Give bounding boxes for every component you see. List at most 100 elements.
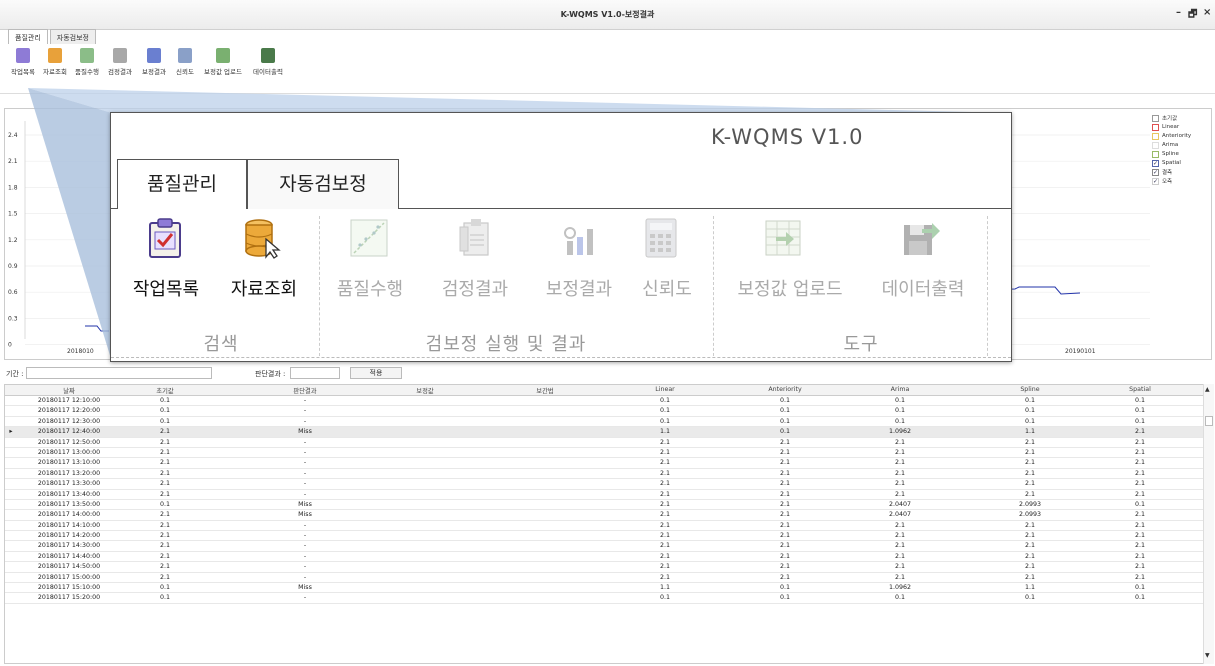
table-row[interactable]: 20180117 14:10:00 2.1 - 2.1 2.1 2.1 2.1 2.1 — [5, 521, 1203, 532]
zoom-button-test-result[interactable] — [453, 217, 497, 263]
scatter-chart-icon — [350, 219, 388, 257]
legend-item[interactable]: Anteriority — [1152, 132, 1210, 140]
column-header[interactable]: Spatial — [1085, 386, 1195, 393]
close-button[interactable]: × — [1203, 7, 1211, 18]
zoom-button-data-query[interactable] — [239, 217, 287, 263]
document-icon — [113, 48, 127, 63]
result-select[interactable] — [290, 367, 340, 379]
table-cell: 0.1 — [1134, 500, 1145, 508]
checkbox-checked-icon[interactable]: ✓ — [1152, 159, 1159, 167]
table-row[interactable]: 20180117 15:10:00 0.1 Miss 1.1 0.1 1.0962 1.1 0… — [5, 583, 1203, 594]
table-cell: 2.1 — [1024, 480, 1035, 488]
ribbon-button-upload[interactable]: 보정값 업로드 — [200, 48, 246, 76]
column-header[interactable]: Arima — [835, 386, 965, 393]
legend-item[interactable]: ✓ 오측 — [1152, 177, 1210, 185]
table-cell: 0.1 — [159, 407, 170, 415]
column-header[interactable]: 날짜 — [19, 386, 119, 395]
legend-item[interactable]: 초기값 — [1152, 114, 1210, 122]
table-cell: 2.1 — [1024, 490, 1035, 498]
ribbon-button-test-result[interactable]: 검정결과 — [104, 48, 136, 76]
table-row[interactable]: 20180117 15:20:00 0.1 - 0.1 0.1 0.1 0.1 0.1 — [5, 593, 1203, 604]
table-cell: 2.1 — [894, 552, 905, 560]
scroll-thumb[interactable] — [1205, 416, 1213, 426]
checkbox-icon[interactable] — [1152, 123, 1159, 131]
table-cell: 0.1 — [779, 584, 790, 592]
column-header[interactable]: 보정값 — [365, 386, 485, 395]
table-cell: 0.1 — [159, 594, 170, 602]
scroll-up-icon[interactable]: ▲ — [1205, 386, 1210, 393]
column-header[interactable]: 초기값 — [105, 386, 225, 395]
minimize-button[interactable]: – — [1176, 7, 1181, 18]
checkbox-icon[interactable] — [1152, 114, 1159, 122]
table-row[interactable]: 20180117 14:20:00 2.1 - 2.1 2.1 2.1 2.1 2.1 — [5, 531, 1203, 542]
checkbox-icon[interactable] — [1152, 132, 1159, 140]
period-input[interactable] — [26, 367, 212, 379]
legend-label: Spline — [1162, 151, 1179, 157]
tab-auto-correction[interactable]: 자동검보정 — [49, 29, 96, 45]
ribbon-button-reliability[interactable]: 신뢰도 — [172, 48, 198, 76]
zoom-button-export[interactable] — [899, 217, 943, 263]
table-row[interactable]: 20180117 13:00:00 2.1 - 2.1 2.1 2.1 2.1 2.1 — [5, 448, 1203, 459]
table-cell: 2.1 — [1134, 521, 1145, 529]
table-row[interactable]: 20180117 14:50:00 2.1 - 2.1 2.1 2.1 2.1 2.1 — [5, 562, 1203, 573]
column-header[interactable]: 판단결과 — [245, 386, 365, 395]
table-row[interactable]: 20180117 12:20:00 0.1 - 0.1 0.1 0.1 0.1 0.1 — [5, 406, 1203, 417]
zoom-button-task-list[interactable] — [143, 217, 187, 263]
ribbon-button-export[interactable]: 데이터출력 — [248, 48, 288, 76]
table-cell: 0.1 — [659, 397, 670, 404]
table-row[interactable]: 20180117 13:10:00 2.1 - 2.1 2.1 2.1 2.1 2.1 — [5, 458, 1203, 469]
table-row[interactable]: 20180117 14:40:00 2.1 - 2.1 2.1 2.1 2.1 2.1 — [5, 552, 1203, 563]
checkbox-checked-icon[interactable]: ✓ — [1152, 168, 1159, 176]
checkbox-icon[interactable] — [1152, 141, 1159, 149]
table-row[interactable]: 20180117 12:10:00 0.1 - 0.1 0.1 0.1 0.1 0.1 — [5, 396, 1203, 407]
y-tick-label: 0.6 — [8, 289, 18, 296]
zoom-button-quality-run[interactable] — [347, 217, 391, 263]
zoom-tab-quality[interactable]: 품질관리 — [117, 159, 247, 209]
table-row[interactable]: 20180117 12:30:00 0.1 - 0.1 0.1 0.1 0.1 0.1 — [5, 417, 1203, 428]
apply-button[interactable]: 적용 — [350, 367, 402, 379]
column-header[interactable]: 보간법 — [485, 386, 605, 395]
table-cell: 2.1 — [1024, 448, 1035, 456]
table-row[interactable]: 20180117 13:20:00 2.1 - 2.1 2.1 2.1 2.1 2.1 — [5, 469, 1203, 480]
legend-item[interactable]: Linear — [1152, 123, 1210, 131]
table-cell: 2.1 — [1024, 573, 1035, 581]
checkbox-icon[interactable] — [1152, 150, 1159, 158]
checkbox-checked-icon[interactable]: ✓ — [1152, 177, 1159, 185]
restore-button[interactable]: 🗗 — [1188, 7, 1197, 24]
legend-item[interactable]: ✓ 결측 — [1152, 168, 1210, 176]
zoom-button-reliability[interactable] — [639, 217, 683, 263]
column-header[interactable]: Linear — [605, 386, 725, 393]
zoom-button-correction-result[interactable] — [557, 217, 601, 263]
legend-item[interactable]: ✓ Spatial — [1152, 159, 1210, 167]
table-row[interactable]: 20180117 15:00:00 2.1 - 2.1 2.1 2.1 2.1 2.1 — [5, 573, 1203, 584]
table-cell: 1.0962 — [888, 428, 912, 436]
ribbon-label: 자료조회 — [43, 68, 67, 76]
ribbon-button-correction-result[interactable]: 보정결과 — [138, 48, 170, 76]
tab-quality-management[interactable]: 품질관리 — [8, 29, 48, 45]
ribbon-button-data-query[interactable]: 자료조회 — [40, 48, 70, 76]
table-row[interactable]: 20180117 13:40:00 2.1 - 2.1 2.1 2.1 2.1 2.1 — [5, 490, 1203, 500]
row-indicator-icon: ▸ — [9, 428, 13, 436]
table-row[interactable]: 20180117 12:50:00 2.1 - 2.1 2.1 2.1 2.1 2.1 — [5, 438, 1203, 448]
table-row[interactable]: 20180117 13:50:00 0.1 Miss 2.1 2.1 2.0407 2.09… — [5, 500, 1203, 511]
table-cell: 2.0407 — [888, 511, 912, 519]
column-header[interactable]: Spline — [965, 386, 1095, 393]
scroll-down-icon[interactable]: ▼ — [1205, 652, 1210, 659]
table-cell: - — [303, 459, 307, 467]
legend-item[interactable]: Spline — [1152, 150, 1210, 158]
table-cell: - — [303, 573, 307, 581]
table-row[interactable]: 20180117 14:00:00 2.1 Miss 2.1 2.1 2.0407 2.09… — [5, 510, 1203, 521]
legend-item[interactable]: Arima — [1152, 141, 1210, 149]
title-bar: K-WQMS V1.0-보정결과 – 🗗 × — [0, 0, 1215, 30]
vertical-scrollbar[interactable]: ▲ ▼ — [1203, 384, 1214, 664]
table-row[interactable]: ▸ 20180117 12:40:00 2.1 Miss 1.1 0.1 1.0962 1.1… — [5, 427, 1203, 438]
zoom-button-upload[interactable] — [761, 217, 805, 263]
table-header-row: 날짜 초기값 판단결과 보정값 보간법 Linear Anteriority Arima Spl… — [5, 385, 1203, 396]
ribbon-button-quality-run[interactable]: 품질수행 — [72, 48, 102, 76]
zoom-tab-auto[interactable]: 자동검보정 — [247, 159, 399, 209]
table-row[interactable]: 20180117 14:30:00 2.1 - 2.1 2.1 2.1 2.1 2.1 — [5, 541, 1203, 552]
table-cell: 0.1 — [779, 428, 790, 436]
ribbon-button-task-list[interactable]: 작업목록 — [8, 48, 38, 76]
table-row[interactable]: 20180117 13:30:00 2.1 - 2.1 2.1 2.1 2.1 2.1 — [5, 479, 1203, 490]
column-header[interactable]: Anteriority — [725, 386, 845, 393]
